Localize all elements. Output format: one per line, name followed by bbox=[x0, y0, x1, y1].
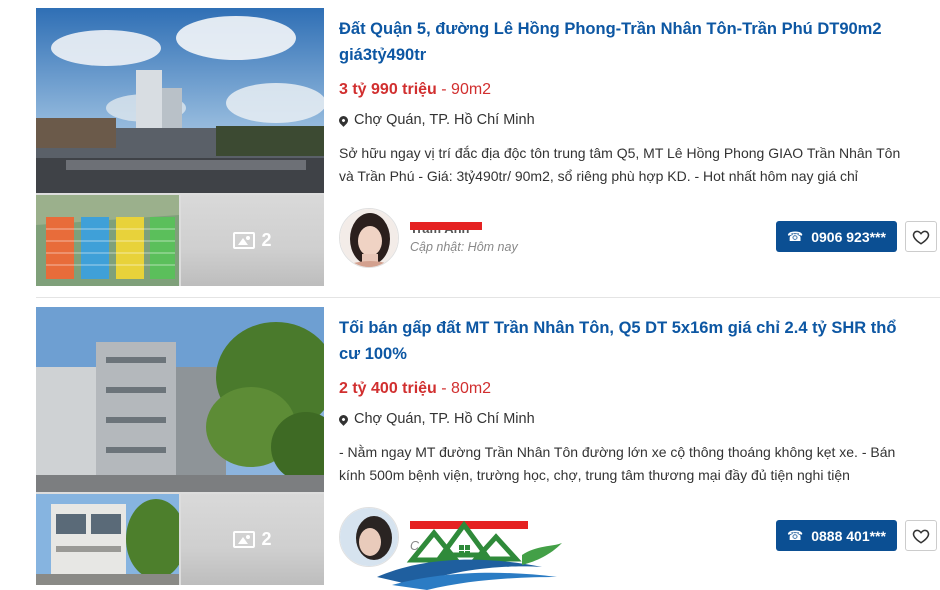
image-icon bbox=[233, 232, 256, 249]
more-photos-button[interactable]: 2 bbox=[181, 195, 324, 286]
main-photo[interactable] bbox=[36, 307, 324, 492]
phone-number: 0906 923*** bbox=[811, 228, 886, 245]
map-pin-icon bbox=[337, 113, 350, 127]
map-pin-icon bbox=[337, 412, 350, 426]
thumbnail-photo[interactable] bbox=[36, 494, 179, 585]
more-photos-button[interactable]: 2 bbox=[181, 494, 324, 585]
location: Chợ Quán, TP. Hồ Chí Minh bbox=[337, 411, 535, 427]
location: Chợ Quán, TP. Hồ Chí Minh bbox=[337, 112, 535, 128]
phone-button[interactable]: ☎ 0906 923*** bbox=[776, 221, 897, 252]
price: 3 tỷ 990 triệu bbox=[339, 81, 437, 98]
heart-icon bbox=[912, 529, 930, 544]
listing-description: Sở hữu ngay vị trí đắc địa độc tôn trung… bbox=[339, 145, 901, 184]
thumbnail-photo[interactable] bbox=[36, 195, 179, 286]
location-text: Chợ Quán, TP. Hồ Chí Minh bbox=[354, 411, 535, 427]
redaction-bar bbox=[410, 222, 482, 230]
listing-card[interactable]: 2 Đất Quận 5, đường Lê Hồng Phong-Trần N… bbox=[36, 8, 940, 286]
main-photo[interactable] bbox=[36, 8, 324, 193]
price-line: 3 tỷ 990 triệu - 90m2 bbox=[339, 81, 491, 99]
favorite-button[interactable] bbox=[905, 221, 937, 252]
more-photos-count: 2 bbox=[261, 529, 272, 549]
phone-number: 0888 401*** bbox=[811, 527, 886, 544]
phone-icon: ☎ bbox=[787, 228, 804, 244]
listing-title[interactable]: Đất Quận 5, đường Lê Hồng Phong-Trần Nhâ… bbox=[339, 16, 919, 68]
listing-photos[interactable]: 2 bbox=[36, 8, 324, 286]
listing-description: - Nằm ngay MT đường Trần Nhân Tôn đường … bbox=[339, 444, 896, 483]
image-icon bbox=[233, 531, 256, 548]
listing-title[interactable]: Tối bán gấp đất MT Trần Nhân Tôn, Q5 DT … bbox=[339, 315, 919, 367]
listing-info: Đất Quận 5, đường Lê Hồng Phong-Trần Nhâ… bbox=[337, 8, 939, 286]
phone-icon: ☎ bbox=[787, 527, 804, 543]
listing-photos[interactable]: 2 bbox=[36, 307, 324, 585]
location-text: Chợ Quán, TP. Hồ Chí Minh bbox=[354, 112, 535, 128]
more-photos-count: 2 bbox=[261, 230, 272, 250]
listing-divider bbox=[36, 297, 940, 298]
price-separator: - bbox=[436, 81, 452, 98]
favorite-button[interactable] bbox=[905, 520, 937, 551]
watermark-logo bbox=[377, 520, 562, 590]
phone-button[interactable]: ☎ 0888 401*** bbox=[776, 520, 897, 551]
price-separator: - bbox=[436, 380, 452, 397]
price-line: 2 tỷ 400 triệu - 80m2 bbox=[339, 380, 491, 398]
avatar[interactable] bbox=[339, 208, 399, 268]
price: 2 tỷ 400 triệu bbox=[339, 380, 437, 397]
area: 80m2 bbox=[451, 380, 492, 397]
heart-icon bbox=[912, 230, 930, 245]
updated-text: Cập nhật: Hôm nay bbox=[410, 240, 518, 254]
area: 90m2 bbox=[451, 81, 492, 98]
